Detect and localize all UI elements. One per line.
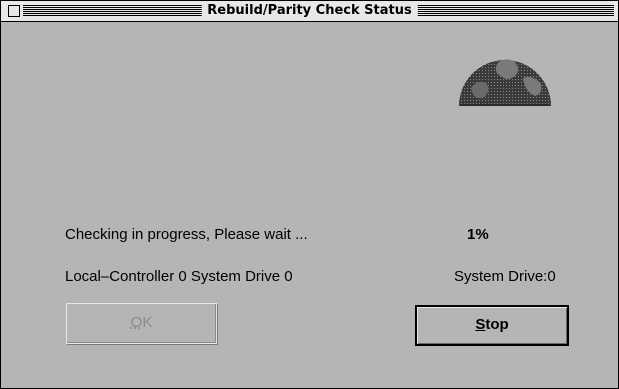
window-title: Rebuild/Parity Check Status [201,2,418,19]
ok-button[interactable]: OK [66,303,217,344]
progress-message: Checking in progress, Please wait ... [65,226,308,243]
stop-button[interactable]: Stop [415,305,569,346]
stop-mnemonic: S [475,316,486,333]
title-bar[interactable]: Rebuild/Parity Check Status [1,1,618,22]
ok-label-rest: K [142,314,153,331]
rebuild-status-window: Rebuild/Parity Check Status Checking in … [0,0,619,389]
target-description: Local–Controller 0 System Drive 0 [65,268,293,285]
stop-label-rest: top [485,316,509,333]
globe-progress-icon [459,59,551,106]
ok-mnemonic: O [130,314,143,331]
close-box-icon[interactable] [8,5,20,17]
system-drive-label: System Drive:0 [454,268,556,285]
progress-percent: 1% [467,226,489,243]
